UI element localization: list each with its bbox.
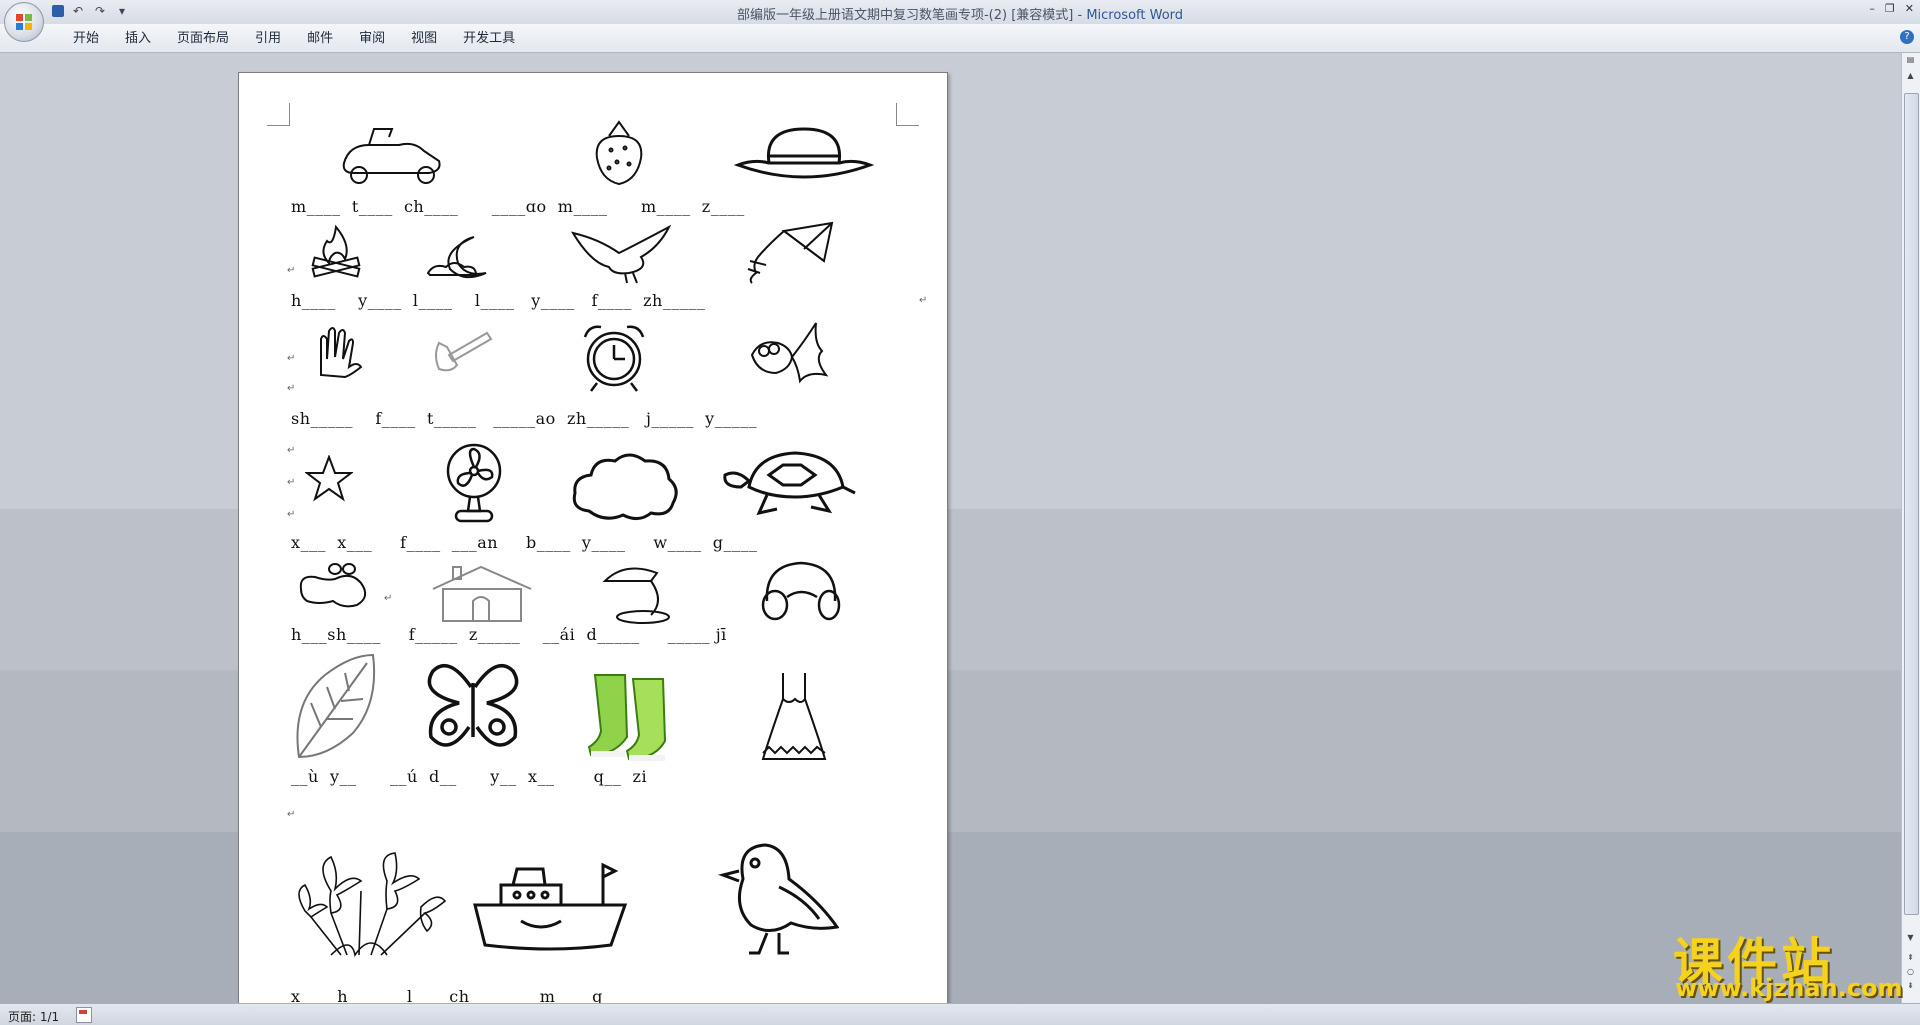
bird-picture [717,843,839,955]
hand-picture [320,327,363,379]
peanut-picture [299,563,367,608]
fan-picture [446,443,502,523]
pinyin-row: x___ h___ l___ ch___ m___ q___ [291,987,629,1004]
pinyin-row: x___ x___ f____ ___an b____ y____ w____ … [291,533,758,552]
pinyin-row: __ù y__ __ú d__ y__ x__ q__ zi [291,767,648,786]
ribbon-tabs: 开始 插入 页面布局 引用 邮件 审阅 视图 开发工具 [60,30,528,48]
tab-home[interactable]: 开始 [60,30,112,48]
pinyin-row: h____ y____ l____ l____ y____ f____ zh__… [291,291,706,310]
app-name: Microsoft Word [1086,8,1184,23]
pinyin-row: sh_____ f____ t_____ _____ao zh_____ j__… [291,409,758,428]
eagle-picture [570,224,672,284]
scroll-down-icon[interactable]: ▼ [1904,933,1917,945]
document-title: 部编版一年级上册语文期中复习数笔画专项-(2) [兼容模式] [736,8,1074,23]
paragraph-mark: ↵ [287,265,296,276]
tab-developer[interactable]: 开发工具 [450,30,528,48]
paragraph-mark: ↵ [287,809,296,820]
scroll-thumb[interactable] [1904,93,1919,915]
paragraph-mark: ↵ [384,593,393,604]
ship-picture [473,862,627,951]
select-browse-object-icon[interactable]: ○ [1904,967,1917,979]
cloud-picture [572,453,678,520]
campfire-picture [311,224,361,278]
minimize-icon[interactable]: – [1869,2,1875,15]
butterfly-picture [427,664,519,747]
tab-insert[interactable]: 插入 [112,30,164,48]
title-bar: ↶ ↷ ▾ 部编版一年级上册语文期中复习数笔画专项-(2) [兼容模式] - M… [0,0,1920,24]
paragraph-mark: ↵ [287,477,296,488]
alarm-clock-picture [583,325,645,392]
lily-flowers-picture [298,852,447,957]
scooter-picture [342,128,441,184]
watermark-logo: 课件站 www.kjzhan.com [1665,922,1905,1004]
star-picture [305,455,353,502]
next-page-icon[interactable]: ⇟ [1904,981,1917,993]
margin-corner-mark [267,103,290,126]
window-title: 部编版一年级上册语文期中复习数笔画专项-(2) [兼容模式] - Microso… [736,8,1184,23]
desk-lamp-picture [602,567,670,624]
ruler-toggle-icon[interactable]: ▤ [1904,55,1917,67]
help-icon[interactable]: ? [1900,30,1914,44]
vertical-scrollbar[interactable]: ▤ ▲ ▼ ⇞ ○ ⇟ [1901,53,1920,1003]
document-page[interactable]: m____ t____ ch____ ____ɑo m____ m____ z_… [238,72,948,1004]
restore-icon[interactable]: ❐ [1885,2,1895,15]
strawberry-picture [595,120,643,186]
prev-page-icon[interactable]: ⇞ [1904,953,1917,965]
leaf-picture [296,653,376,759]
office-logo-icon [16,14,32,30]
dress-picture [761,673,827,760]
kite-picture [747,221,834,284]
status-bar: 页面: 1/1 [0,1003,1920,1025]
hat-picture [734,127,874,179]
page-counter[interactable]: 页面: 1/1 [8,1008,59,1025]
tab-page-layout[interactable]: 页面布局 [164,30,242,48]
goldfish-picture [750,322,829,384]
boots-picture [587,674,667,761]
margin-corner-mark [896,103,919,126]
office-button[interactable] [4,2,44,42]
tab-review[interactable]: 审阅 [346,30,398,48]
window-controls: – ❐ ✕ [1869,2,1914,15]
turtle-picture [723,451,856,516]
scroll-up-icon[interactable]: ▲ [1904,71,1917,83]
close-icon[interactable]: ✕ [1905,2,1914,15]
paragraph-mark: ↵ [287,509,296,520]
spelling-check-icon[interactable] [76,1007,92,1023]
ribbon: 开始 插入 页面布局 引用 邮件 审阅 视图 开发工具 ? [0,24,1920,53]
paragraph-mark: ↵ [287,383,296,394]
tab-references[interactable]: 引用 [242,30,294,48]
tab-view[interactable]: 视图 [398,30,450,48]
watermark-url: www.kjzhan.com [1675,974,1903,1002]
paragraph-mark: ↵ [919,295,928,306]
paragraph-mark: ↵ [287,353,296,364]
headphones-picture [761,561,841,621]
axe-picture [435,331,493,372]
pinyin-row: h___sh____ f_____ z_____ __ái d_____ ___… [291,625,727,644]
moon-picture [426,236,487,279]
tab-mailings[interactable]: 邮件 [294,30,346,48]
pinyin-row: m____ t____ ch____ ____ɑo m____ m____ z_… [291,197,745,216]
house-picture [432,565,532,622]
paragraph-mark: ↵ [287,445,296,456]
